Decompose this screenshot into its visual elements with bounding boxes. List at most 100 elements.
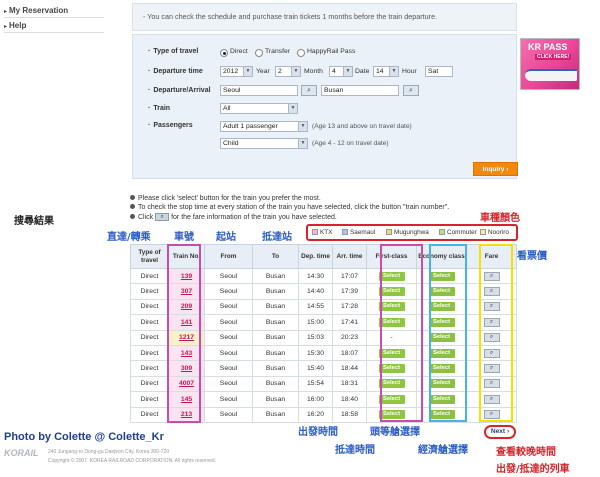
economy-select-button[interactable]: Select (428, 302, 455, 312)
economy-class-cell: Select (416, 375, 467, 393)
arr-time-cell: 18:31 (332, 375, 367, 393)
economy-class-cell: Select (416, 360, 467, 377)
arrival-search-button[interactable]: ⌕ (403, 85, 419, 96)
from-cell: Seoul (204, 314, 253, 331)
type-cell: Direct (130, 329, 169, 346)
year-select[interactable]: 2012 ▼ (220, 66, 253, 77)
economy-select-button[interactable]: Select (428, 394, 455, 404)
dep-time-cell: 15:54 (298, 375, 333, 393)
type-cell: Direct (130, 360, 169, 377)
legend-label: Commuter (447, 229, 477, 236)
radio-transfer[interactable] (255, 49, 263, 57)
train-number-link[interactable]: 4007 (179, 380, 194, 387)
fare-button[interactable]: ⌕ (483, 287, 500, 297)
radio-direct[interactable] (220, 49, 228, 57)
month-select[interactable]: 2 ▼ (275, 66, 301, 77)
fare-button[interactable]: ⌕ (483, 271, 500, 281)
sidebar-item-label: Help (9, 21, 27, 30)
economy-select-button[interactable]: Select (428, 333, 455, 343)
to-cell: Busan (252, 283, 299, 300)
first-class-select-button[interactable]: Select (378, 271, 405, 281)
dep-time-cell: 16:00 (298, 391, 333, 408)
inquiry-button[interactable]: Inquiry › (473, 162, 518, 176)
sidebar-item-my-reservation[interactable]: ▸ My Reservation (4, 6, 68, 15)
departure-search-button[interactable]: ⌕ (301, 85, 317, 96)
hour-select[interactable]: 14 ▼ (373, 66, 399, 77)
chevron-down-icon: ▼ (291, 67, 300, 76)
chevron-down-icon: ▼ (243, 67, 252, 76)
fare-button[interactable]: ⌕ (483, 394, 500, 404)
annotation-later-times: 查看較晚時間 (496, 447, 556, 458)
radio-happyrail-pass[interactable] (297, 49, 305, 57)
dep-time-cell: 15:30 (298, 344, 333, 362)
first-class-select-button[interactable]: Select (378, 348, 405, 358)
footer-copyright: Copyright © 2007. KOREA RAILROAD CORPORA… (48, 458, 217, 464)
fare-button[interactable]: ⌕ (483, 364, 500, 374)
kr-pass-cta: CLICK HERE! (535, 54, 572, 60)
fare-button[interactable]: ⌕ (483, 379, 500, 389)
first-class-select-button[interactable]: Select (378, 317, 405, 327)
fare-cell: ⌕ (466, 267, 517, 285)
dep-time-cell: 15:00 (298, 314, 333, 331)
child-note: (Age 4 - 12 on travel date) (312, 140, 389, 147)
search-icon: ⌕ (489, 395, 494, 402)
economy-select-button[interactable]: Select (428, 364, 455, 374)
to-cell: Busan (252, 391, 299, 408)
economy-select-button[interactable]: Select (428, 379, 455, 389)
train-no-cell: 307 (168, 283, 205, 300)
bullet-icon (130, 195, 135, 200)
train-number-link[interactable]: 309 (181, 365, 192, 372)
first-class-select-button[interactable]: Select (378, 394, 405, 404)
child-select[interactable]: Child ▼ (220, 138, 308, 149)
header-arr-time: Arr. time (332, 244, 367, 269)
sidebar-item-help[interactable]: ▸ Help (4, 21, 26, 30)
arrival-input[interactable]: Busan (321, 85, 399, 96)
departure-input[interactable]: Seoul (220, 85, 298, 96)
fare-button[interactable]: ⌕ (483, 333, 500, 343)
instruction-3: Click ⌕ for the fare information of the … (130, 213, 337, 221)
type-cell: Direct (130, 375, 169, 393)
first-class-select-button[interactable]: Select (378, 287, 405, 297)
dep-time-cell: 14:40 (298, 283, 333, 300)
train-number-link[interactable]: 1217 (179, 334, 194, 341)
from-cell: Seoul (204, 375, 253, 393)
kr-pass-banner[interactable]: KR PASS CLICK HERE! (520, 38, 580, 90)
first-class-select-button[interactable]: Select (378, 410, 405, 420)
table-row: Direct 309 Seoul Busan 15:40 18:44 Selec… (130, 360, 517, 377)
dep-time-cell: 14:55 (298, 298, 333, 316)
month-unit: Month (304, 68, 323, 75)
economy-select-button[interactable]: Select (428, 317, 455, 327)
arr-time-cell: 17:07 (332, 267, 367, 285)
train-number-link[interactable]: 145 (181, 396, 192, 403)
economy-select-button[interactable]: Select (428, 271, 455, 281)
fare-button[interactable]: ⌕ (483, 410, 500, 420)
economy-select-button[interactable]: Select (428, 287, 455, 297)
fare-button[interactable]: ⌕ (483, 317, 500, 327)
adult-select[interactable]: Adult 1 passenger ▼ (220, 121, 308, 132)
header-fare: Fare (466, 244, 517, 269)
type-cell: Direct (130, 406, 169, 423)
next-button[interactable]: Next › (484, 425, 516, 439)
annotation-origin: 起站 (216, 232, 236, 243)
fare-cell: ⌕ (466, 391, 517, 408)
annotation-dep-time: 出發時間 (298, 427, 338, 438)
first-class-select-button[interactable]: Select (378, 379, 405, 389)
first-class-select-button[interactable]: Select (378, 364, 405, 374)
date-select[interactable]: 4 ▼ (329, 66, 353, 77)
economy-select-button[interactable]: Select (428, 410, 455, 420)
header-type: Type of travel (130, 244, 169, 269)
train-number-link[interactable]: 139 (181, 273, 192, 280)
economy-select-button[interactable]: Select (428, 348, 455, 358)
sidebar: ▸ My Reservation ▸ Help (0, 0, 110, 40)
train-select[interactable]: All ▼ (220, 103, 298, 114)
fare-button[interactable]: ⌕ (483, 302, 500, 312)
train-number-link[interactable]: 213 (181, 411, 192, 418)
train-number-link[interactable]: 307 (181, 288, 192, 295)
legend-item-nooriro: Nooriro (480, 229, 509, 237)
first-class-select-button[interactable]: Select (378, 302, 405, 312)
train-number-link[interactable]: 209 (181, 303, 192, 310)
train-number-link[interactable]: 143 (181, 350, 192, 357)
fare-button[interactable]: ⌕ (483, 348, 500, 358)
economy-class-cell: Select (416, 344, 467, 362)
train-number-link[interactable]: 141 (181, 319, 192, 326)
